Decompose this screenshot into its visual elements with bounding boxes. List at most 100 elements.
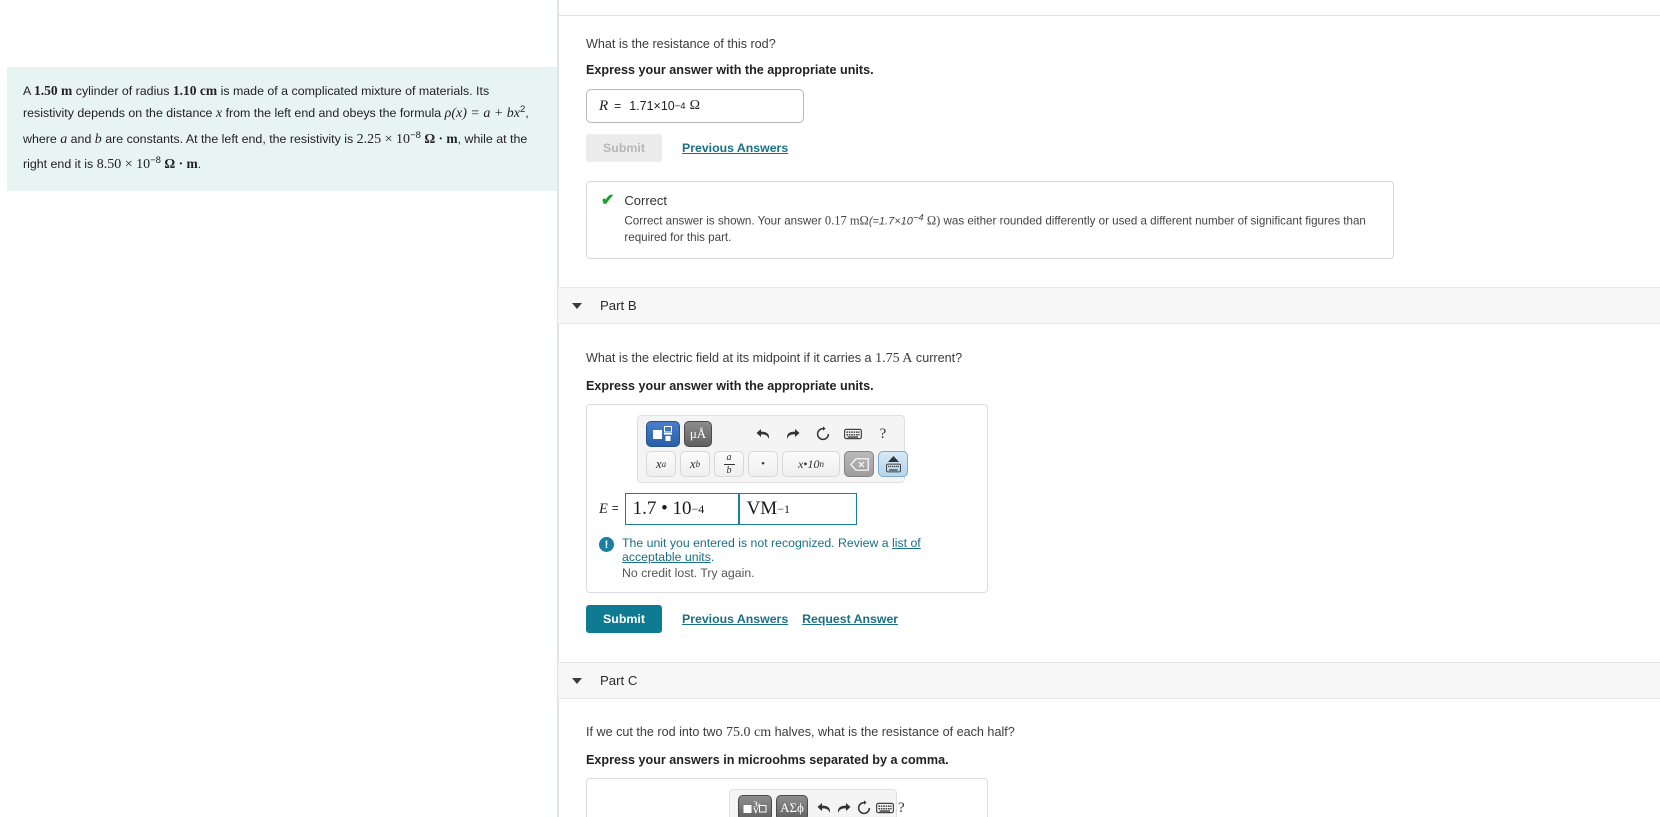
part-b-error-line1: The unit you entered is not recognized. … — [622, 536, 975, 564]
problem-statement: A 1.50 m cylinder of radius 1.10 cm is m… — [7, 67, 557, 191]
part-a-previous-answers-link[interactable]: Previous Answers — [682, 141, 788, 155]
chevron-down-icon[interactable] — [572, 677, 582, 684]
problem-rho-unit-right: Ω · m — [164, 155, 198, 171]
part-b-value-input[interactable]: 1.7 • 10 −4 — [624, 493, 739, 526]
part-c-instruction: Express your answers in microohms separa… — [586, 753, 949, 768]
part-b-question-b: current? — [915, 351, 963, 366]
keyboard-icon[interactable] — [876, 796, 894, 817]
part-a-feedback-value: 0.17 mΩ — [824, 213, 869, 228]
part-a-answer-eq: = — [614, 99, 622, 113]
redo-icon[interactable] — [836, 796, 852, 817]
part-b-input-row: E = 1.7 • 10 −4 VM −1 — [599, 493, 975, 526]
part-b-value-exp: −4 — [691, 501, 705, 516]
problem-rho-right: 8.50 × 10 — [96, 156, 151, 172]
units-mode-button[interactable]: μÅ — [684, 421, 712, 448]
part-b-header[interactable]: Part B — [558, 287, 1660, 325]
problem-rho-right-exp: −8 — [150, 154, 161, 166]
part-b-unit-exp: −1 — [777, 501, 790, 516]
page-root: A 1.50 m cylinder of radius 1.10 cm is m… — [0, 0, 1660, 817]
part-c-toolbar-row-1: ∛ ΑΣϕ ? — [738, 795, 905, 817]
problem-line2-d: and — [70, 131, 92, 146]
keyboard-icon[interactable] — [840, 422, 866, 446]
help-label: ? — [898, 799, 905, 816]
radical-template-icon[interactable]: ∛ — [738, 795, 772, 817]
part-b-toolbar-row-1: μÅ ? — [646, 421, 896, 448]
fraction-numerator: a — [726, 451, 732, 463]
problem-line2-e: are constants. At the — [105, 131, 219, 146]
part-b-error-text-b: . — [710, 550, 715, 565]
problem-rho-left: 2.25 × 10 — [356, 131, 411, 147]
part-b-value-mantissa: 1.7 • 10 — [632, 498, 692, 520]
part-b-toolbar-row-2: xa xb a b • x•10 n — [646, 451, 908, 478]
part-a-answer-exp: −4 — [674, 100, 686, 112]
part-b-previous-answers-link[interactable]: Previous Answers — [682, 612, 788, 626]
problem-line1-a: A — [23, 84, 31, 98]
part-c-question: If we cut the rod into two 75.0 cm halve… — [586, 725, 1646, 741]
problem-rho-unit-left: Ω · m — [424, 130, 458, 146]
part-a-feedback-paren-exp: −4 — [912, 212, 924, 223]
part-a-instruction: Express your answer with the appropriate… — [586, 63, 874, 77]
fraction-button[interactable]: a b — [714, 451, 744, 478]
part-a-answer-var: R — [599, 97, 609, 114]
undo-icon[interactable] — [816, 796, 832, 817]
part-c-header[interactable]: Part C — [558, 662, 1660, 700]
part-a-submit-button[interactable]: Submit — [586, 134, 662, 162]
dot-glyph: • — [761, 458, 765, 471]
problem-line2-a: the distance — [145, 106, 213, 121]
reset-icon[interactable] — [856, 796, 872, 817]
problem-var-a: a — [60, 131, 68, 147]
units-mode-label: μÅ — [689, 426, 707, 442]
part-b-actions: Submit Previous Answers Request Answer — [586, 605, 1646, 634]
part-c-label: Part C — [600, 673, 638, 689]
part-b-question-a: What is the electric field at its midpoi… — [586, 351, 872, 366]
chevron-down-icon[interactable] — [572, 302, 582, 309]
part-b-label: Part B — [600, 298, 637, 314]
part-b-answer-card: μÅ ? x a x b a b • x•10 n E = 1.7 • 10 −… — [586, 404, 988, 594]
template-mode-icon[interactable] — [646, 421, 680, 448]
problem-line2-b: from the left end and obeys the formula — [225, 106, 442, 121]
problem-var-b: b — [94, 131, 102, 147]
part-b-math-toolbar: μÅ ? x a x b a b • x•10 n — [637, 415, 908, 484]
part-a-question: What is the resistance of this rod? — [586, 37, 776, 51]
dot-multiply-button[interactable]: • — [748, 451, 778, 478]
part-a-feedback-paren: (=1.7×10 — [868, 215, 913, 228]
part-b-request-answer-link[interactable]: Request Answer — [802, 612, 898, 626]
problem-rho-left-exp: −8 — [410, 129, 421, 141]
problem-line1-b: cylinder of radius — [75, 84, 170, 98]
undo-icon[interactable] — [750, 422, 776, 446]
backspace-icon[interactable] — [844, 451, 874, 478]
part-a-actions: Submit Previous Answers — [586, 134, 1646, 162]
part-a-feedback-paren-tail: Ω) — [923, 213, 941, 228]
part-a-answer-mantissa: 1.71×10 — [629, 99, 675, 113]
part-c-question-b: halves, what is the resistance of each h… — [774, 725, 1015, 740]
part-a-feedback-status: Correct — [624, 193, 668, 208]
power-exp: a — [661, 459, 667, 470]
help-icon[interactable]: ? — [898, 796, 905, 817]
part-a-answer-unit: Ω — [689, 98, 700, 113]
problem-period: . — [197, 156, 202, 171]
part-b-error-text-a: The unit you entered is not recognized. … — [622, 536, 893, 551]
sci-exp: n — [819, 459, 825, 470]
part-b-answer-eq: = — [611, 503, 619, 516]
part-b-unit-input[interactable]: VM −1 — [738, 493, 857, 526]
part-b-submit-button[interactable]: Submit — [586, 605, 662, 634]
redo-icon[interactable] — [780, 422, 806, 446]
problem-panel: A 1.50 m cylinder of radius 1.10 cm is m… — [0, 0, 558, 817]
sci-base: x•10 — [797, 456, 820, 471]
power-button[interactable]: xa — [646, 451, 676, 478]
subscript-button[interactable]: xb — [680, 451, 710, 478]
part-b-answer-var: E — [599, 500, 608, 517]
greek-mode-label: ΑΣϕ — [780, 800, 804, 816]
part-b-instruction: Express your answer with the appropriate… — [586, 379, 874, 394]
greek-mode-button[interactable]: ΑΣϕ — [776, 795, 808, 817]
template-mode-glyph — [653, 426, 672, 442]
help-icon[interactable]: ? — [870, 422, 896, 446]
reset-icon[interactable] — [810, 422, 836, 446]
scientific-notation-button[interactable]: x•10 n — [782, 451, 840, 478]
hide-keyboard-icon[interactable] — [878, 451, 908, 478]
part-c-question-a: If we cut the rod into two — [586, 725, 723, 740]
part-c-answer-card: ∛ ΑΣϕ ? — [586, 778, 988, 817]
part-b-unit-value: VM — [746, 498, 778, 520]
part-b-question: What is the electric field at its midpoi… — [586, 351, 1646, 367]
radical-template-glyph: ∛ — [743, 802, 767, 816]
